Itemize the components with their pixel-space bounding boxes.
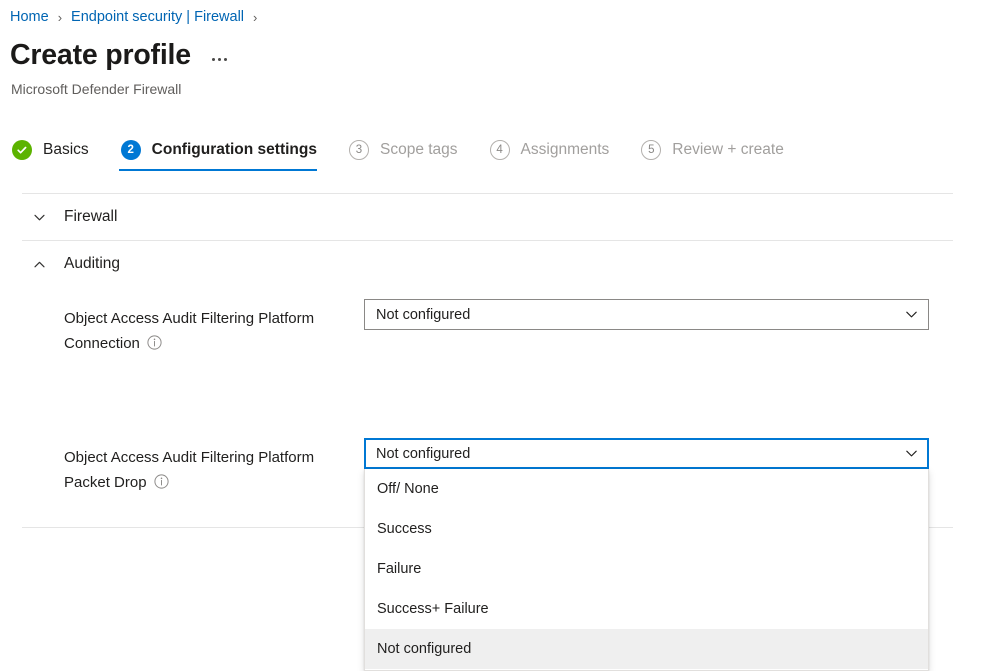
step-number-badge: 5	[641, 140, 662, 160]
section-header-firewall[interactable]: Firewall	[0, 194, 999, 240]
chevron-down-icon	[905, 308, 918, 321]
breadcrumb-item-home[interactable]: Home	[10, 9, 49, 25]
tab-label: Scope tags	[379, 141, 458, 158]
section-header-auditing[interactable]: Auditing	[0, 241, 999, 287]
tab-underline	[118, 168, 317, 171]
wizard-tabs: Basics 2 Configuration settings 3 Scope …	[10, 140, 814, 171]
setting-row: Object Access Audit Filtering Platform P…	[0, 358, 999, 671]
page-subtitle: Microsoft Defender Firewall	[11, 81, 182, 97]
dropdown-object-access-audit-filtering-platform-connection: Not configured	[364, 299, 929, 330]
section-label: Firewall	[64, 208, 118, 225]
chevron-down-icon	[905, 447, 918, 460]
section-label: Auditing	[64, 255, 121, 272]
dropdown-selected-value: Not configured	[376, 306, 471, 323]
tab-review-create[interactable]: 5 Review + create	[639, 140, 798, 171]
breadcrumb-separator-icon: ›	[57, 9, 63, 25]
dropdown-option[interactable]: Off/ None	[365, 469, 928, 509]
tab-label: Basics	[43, 141, 89, 158]
breadcrumb-item-endpoint-security-firewall[interactable]: Endpoint security | Firewall	[71, 9, 244, 25]
dropdown-field[interactable]: Not configured	[364, 299, 929, 330]
dropdown-field[interactable]: Not configured	[364, 438, 929, 469]
chevron-down-icon	[33, 211, 46, 224]
step-number-badge: 2	[120, 140, 141, 160]
chevron-up-icon	[33, 258, 46, 271]
breadcrumb-separator-icon: ›	[253, 9, 258, 25]
dropdown-object-access-audit-filtering-platform-packet-drop: Not configured Off/ None Success Failure…	[364, 438, 929, 671]
page-header: Create profile	[10, 37, 230, 73]
more-actions-icon[interactable]	[209, 52, 230, 67]
dropdown-option[interactable]: Failure	[365, 549, 928, 589]
setting-label: Object Access Audit Filtering Platform P…	[64, 449, 315, 491]
info-icon[interactable]	[147, 333, 162, 358]
setting-label-group: Object Access Audit Filtering Platform P…	[64, 438, 364, 497]
step-complete-icon	[12, 140, 32, 160]
tab-basics[interactable]: Basics	[10, 140, 103, 171]
dropdown-option[interactable]: Success	[365, 509, 928, 549]
page-title: Create profile	[10, 39, 191, 71]
info-icon[interactable]	[153, 472, 169, 497]
tab-scope-tags[interactable]: 3 Scope tags	[347, 140, 472, 171]
step-number-badge: 3	[348, 140, 369, 160]
dropdown-options-list: Off/ None Success Failure Success+ Failu…	[364, 469, 929, 671]
dropdown-option[interactable]: Not configured	[365, 629, 928, 669]
setting-row: Object Access Audit Filtering Platform C…	[0, 287, 999, 358]
breadcrumb: Home › Endpoint security | Firewall ›	[10, 6, 266, 28]
tab-label: Assignments	[520, 141, 610, 158]
tab-label: Review + create	[672, 141, 784, 158]
dropdown-selected-value: Not configured	[376, 445, 471, 462]
setting-label: Object Access Audit Filtering Platform C…	[64, 310, 315, 352]
tab-assignments[interactable]: 4 Assignments	[488, 140, 624, 171]
tab-configuration-settings[interactable]: 2 Configuration settings	[118, 140, 331, 171]
dropdown-option[interactable]: Success+ Failure	[365, 589, 928, 629]
step-number-badge: 4	[489, 140, 510, 160]
setting-label-group: Object Access Audit Filtering Platform C…	[64, 299, 364, 358]
tab-label: Configuration settings	[151, 141, 317, 158]
settings-panel: Firewall Auditing Object Access Audit Fi…	[0, 193, 999, 671]
